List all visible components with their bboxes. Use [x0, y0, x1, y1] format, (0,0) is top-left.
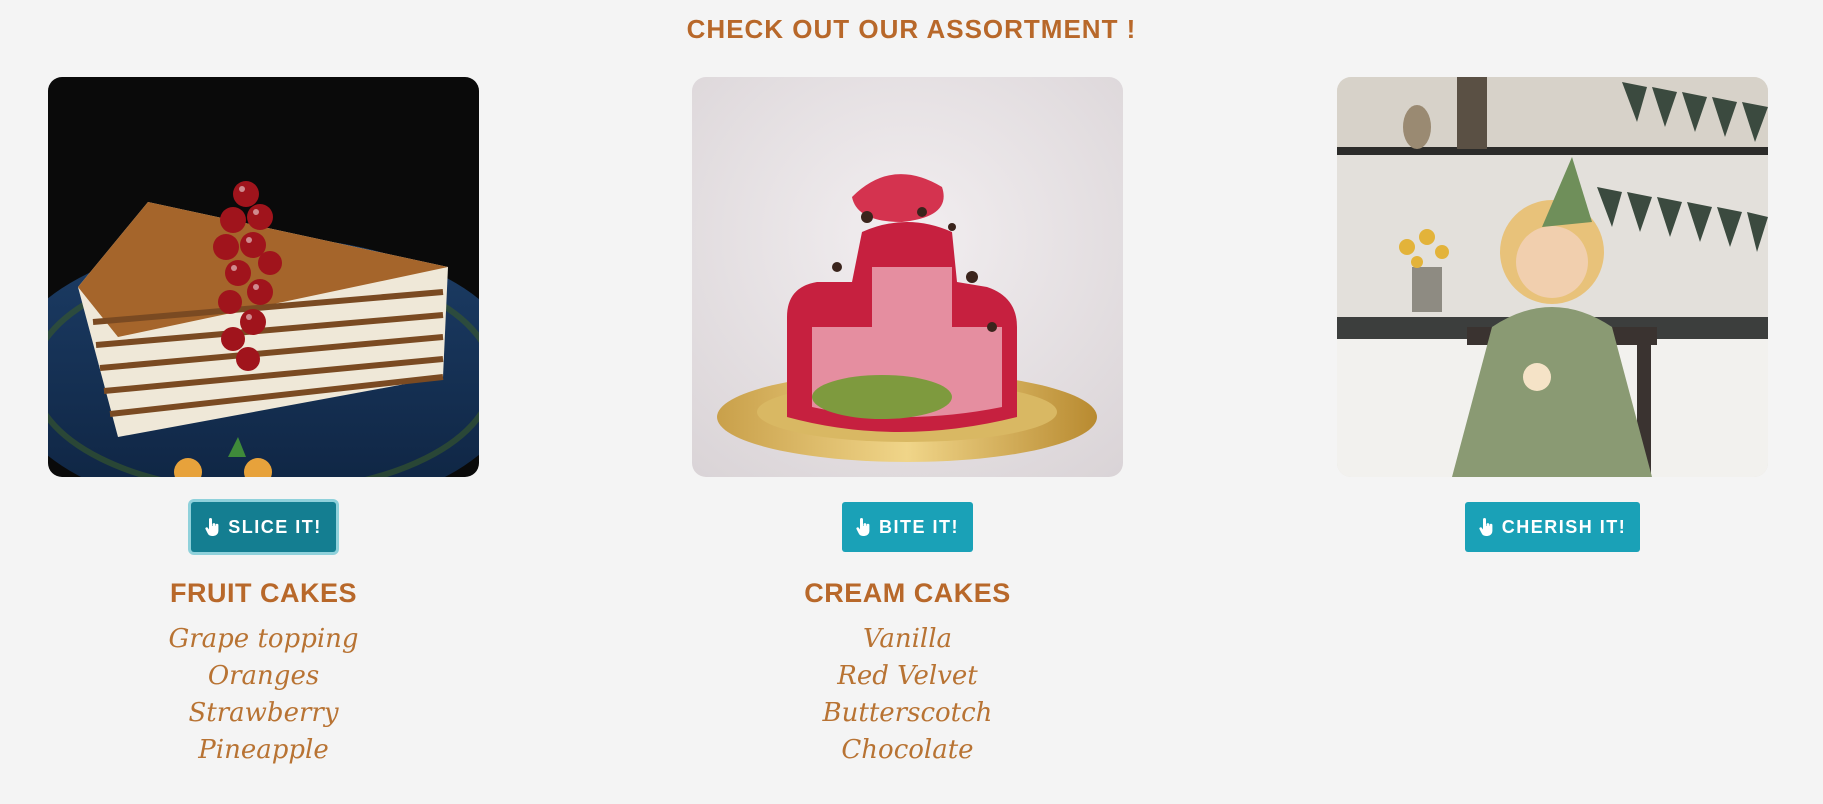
list-item: Chocolate: [841, 735, 974, 765]
layered-cake-image: [48, 77, 479, 477]
hand-pointer-icon: [205, 518, 219, 536]
hand-pointer-icon: [856, 518, 870, 536]
cherish-it-label: CHERISH IT!: [1501, 516, 1627, 537]
category-title: CREAM CAKES: [804, 578, 1011, 608]
bite-it-button[interactable]: BITE IT!: [842, 502, 973, 552]
list-item: Red Velvet: [837, 661, 978, 691]
list-item: Oranges: [207, 661, 320, 691]
list-item: Butterscotch: [822, 698, 993, 728]
list-item: Vanilla: [862, 624, 953, 654]
flavor-list: Grape topping Oranges Strawberry Pineapp…: [48, 621, 479, 769]
page-title: CHECK OUT OUR ASSORTMENT !: [686, 14, 1137, 44]
product-card-cream-cakes: BITE IT! CREAM CAKES Vanilla Red Velvet …: [692, 77, 1123, 769]
product-card-fruit-cakes: SLICE IT! FRUIT CAKES Grape topping Oran…: [48, 77, 479, 769]
category-title: FRUIT CAKES: [170, 578, 357, 608]
list-item: Grape topping: [168, 624, 359, 654]
slice-it-label: SLICE IT!: [228, 516, 322, 537]
mousse-cake-image: [692, 77, 1123, 477]
list-item: Strawberry: [188, 698, 339, 728]
bite-it-label: BITE IT!: [879, 516, 959, 537]
slice-it-button[interactable]: SLICE IT!: [191, 502, 336, 552]
cherish-it-button[interactable]: CHERISH IT!: [1464, 502, 1641, 552]
list-item: Pineapple: [198, 735, 329, 765]
birthday-girl-image: [1337, 77, 1768, 477]
hand-pointer-icon: [1479, 518, 1493, 536]
product-card-birthday: CHERISH IT!: [1337, 77, 1768, 552]
flavor-list: Vanilla Red Velvet Butterscotch Chocolat…: [692, 621, 1123, 769]
